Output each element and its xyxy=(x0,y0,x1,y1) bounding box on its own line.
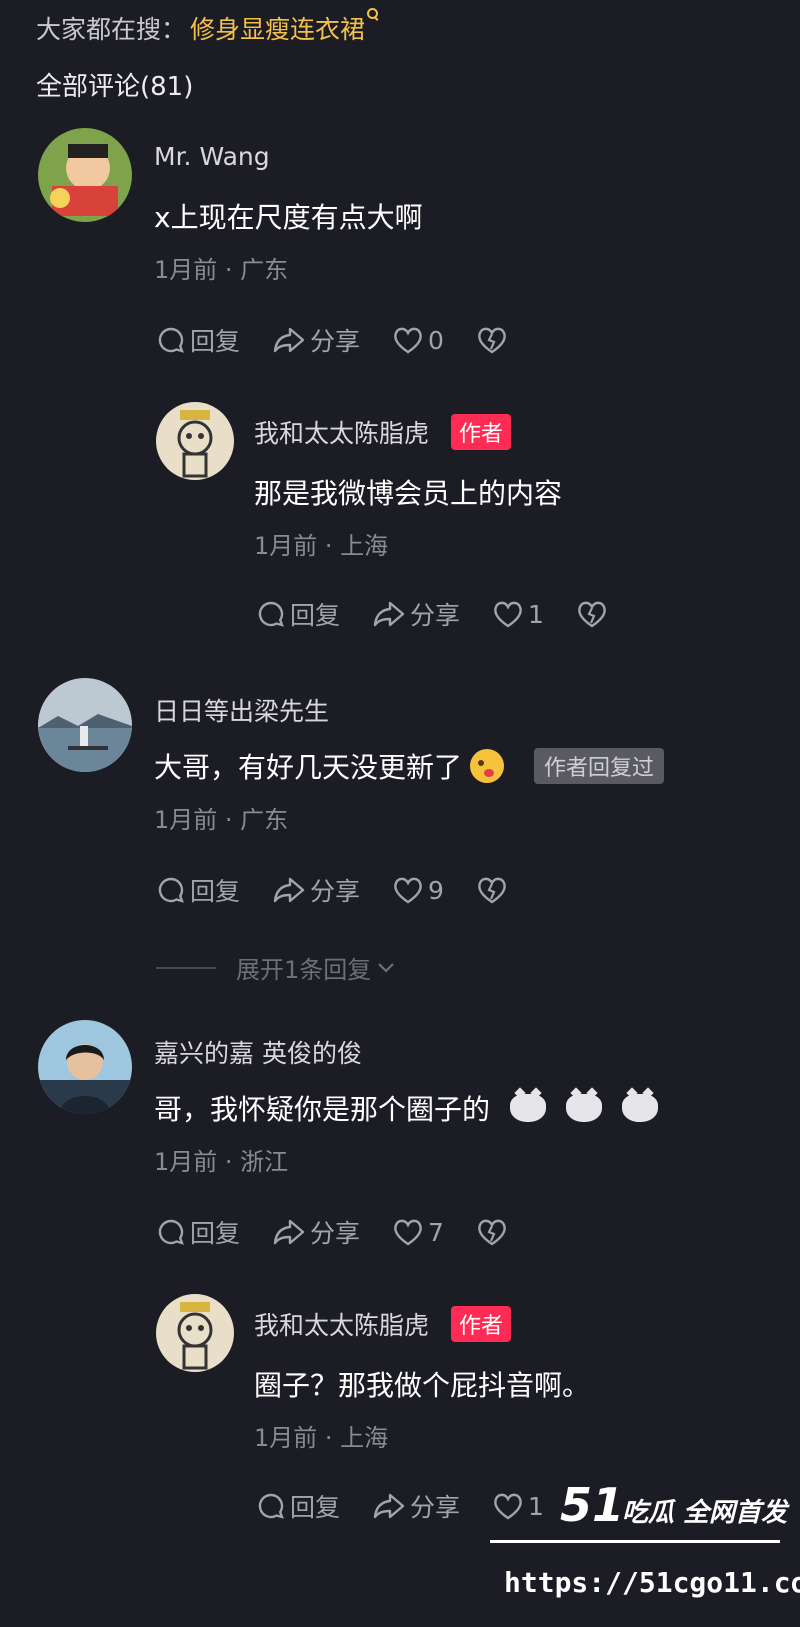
watermark-logo: 51 xyxy=(560,1478,625,1532)
search-suggestion[interactable]: 大家都在搜： 修身显瘦连衣裙 xyxy=(36,8,379,46)
broken-heart-icon xyxy=(578,601,606,628)
broken-heart-icon xyxy=(478,1219,506,1246)
reply-icon xyxy=(158,1219,184,1245)
watermark: 51 吃瓜 全网首发 https://51cgo11.com xyxy=(490,1478,800,1620)
reply-icon xyxy=(158,877,184,903)
share-icon xyxy=(373,601,405,627)
heart-icon xyxy=(394,877,422,904)
avatar[interactable] xyxy=(38,128,132,222)
like-button[interactable]: 7 xyxy=(392,1217,444,1247)
cat-emoji-icon xyxy=(622,1094,659,1122)
avatar[interactable] xyxy=(156,1294,234,1372)
reply-button[interactable]: 回复 xyxy=(256,1488,340,1524)
comment-author-row: 我和太太陈脂虎 作者 xyxy=(254,1306,512,1342)
comment-author-name[interactable]: 我和太太陈脂虎 xyxy=(254,1306,429,1342)
comment-author-name[interactable]: Mr. Wang xyxy=(154,142,270,171)
like-button[interactable]: 1 xyxy=(492,599,544,629)
search-icon xyxy=(367,8,379,21)
comment-meta: 1月前 · 广东 xyxy=(154,806,289,834)
comment-author-row: 我和太太陈脂虎 作者 xyxy=(254,414,512,450)
dislike-button[interactable] xyxy=(476,325,512,355)
like-button[interactable]: 0 xyxy=(392,325,444,355)
watermark-url: https://51cgo11.com xyxy=(504,1566,800,1599)
broken-heart-icon xyxy=(478,327,506,354)
heart-icon xyxy=(494,601,522,628)
author-badge: 作者 xyxy=(451,1306,512,1342)
comment-actions: 回复 分享 9 xyxy=(156,872,544,908)
comment-text: 那是我微博会员上的内容 xyxy=(254,477,563,510)
dislike-button[interactable] xyxy=(476,1217,512,1247)
reply-button[interactable]: 回复 xyxy=(156,322,240,358)
like-count: 0 xyxy=(428,325,444,355)
cat-emoji-icon xyxy=(566,1094,603,1122)
broken-heart-icon xyxy=(478,877,506,904)
avatar[interactable] xyxy=(38,678,132,772)
comment-meta: 1月前 · 浙江 xyxy=(154,1148,289,1176)
author-badge: 作者 xyxy=(451,414,512,450)
watermark-divider xyxy=(490,1540,780,1543)
heart-icon xyxy=(394,1219,422,1246)
reply-icon xyxy=(258,1493,284,1519)
chevron-down-icon xyxy=(378,962,395,973)
reply-button[interactable]: 回复 xyxy=(256,596,340,632)
author-replied-badge: 作者回复过 xyxy=(534,748,665,784)
search-prefix: 大家都在搜： xyxy=(36,15,187,44)
comment-text: 哥，我怀疑你是那个圈子的 xyxy=(154,1088,659,1128)
reply-icon xyxy=(258,601,284,627)
comment-text: 大哥，有好几天没更新了 作者回复过 xyxy=(154,746,665,786)
comment-text: 圈子？那我做个屁抖音啊。 xyxy=(254,1369,591,1402)
comment-author-name[interactable]: 嘉兴的嘉 英俊的俊 xyxy=(154,1034,362,1070)
share-button[interactable]: 分享 xyxy=(272,872,360,908)
expand-replies-button[interactable]: 展开1条回复 xyxy=(156,950,397,985)
heart-icon xyxy=(394,327,422,354)
divider xyxy=(156,966,216,969)
share-button[interactable]: 分享 xyxy=(272,1214,360,1250)
comment-actions: 回复 分享 7 xyxy=(156,1214,544,1250)
kiss-emoji-icon xyxy=(470,749,505,783)
share-icon xyxy=(273,1219,305,1245)
comment-author-name[interactable]: 日日等出梁先生 xyxy=(154,692,329,728)
comment-meta: 1月前 · 上海 xyxy=(254,532,389,560)
reply-icon xyxy=(158,327,184,353)
like-count: 1 xyxy=(528,599,544,629)
reply-button[interactable]: 回复 xyxy=(156,1214,240,1250)
watermark-slogan: 吃瓜 全网首发 xyxy=(622,1498,788,1528)
comment-author-name[interactable]: 我和太太陈脂虎 xyxy=(254,414,429,450)
comment-text: x上现在尺度有点大啊 xyxy=(154,201,423,234)
search-keyword[interactable]: 修身显瘦连衣裙 xyxy=(190,10,365,46)
avatar[interactable] xyxy=(38,1020,132,1114)
like-count: 9 xyxy=(428,875,444,905)
share-button[interactable]: 分享 xyxy=(372,596,460,632)
avatar[interactable] xyxy=(156,402,234,480)
comment-meta: 1月前 · 广东 xyxy=(154,256,289,284)
share-icon xyxy=(273,327,305,353)
cat-emoji-icon xyxy=(510,1094,547,1122)
share-button[interactable]: 分享 xyxy=(372,1488,460,1524)
dislike-button[interactable] xyxy=(476,875,512,905)
like-count: 7 xyxy=(428,1217,444,1247)
reply-button[interactable]: 回复 xyxy=(156,872,240,908)
share-button[interactable]: 分享 xyxy=(272,322,360,358)
comment-actions: 回复 分享 0 xyxy=(156,322,544,358)
dislike-button[interactable] xyxy=(576,599,612,629)
comment-meta: 1月前 · 上海 xyxy=(254,1424,389,1452)
share-icon xyxy=(373,1493,405,1519)
comment-actions: 回复 分享 1 xyxy=(256,596,644,632)
comments-count-title: 全部评论(81) xyxy=(36,72,194,102)
like-button[interactable]: 9 xyxy=(392,875,444,905)
share-icon xyxy=(273,877,305,903)
